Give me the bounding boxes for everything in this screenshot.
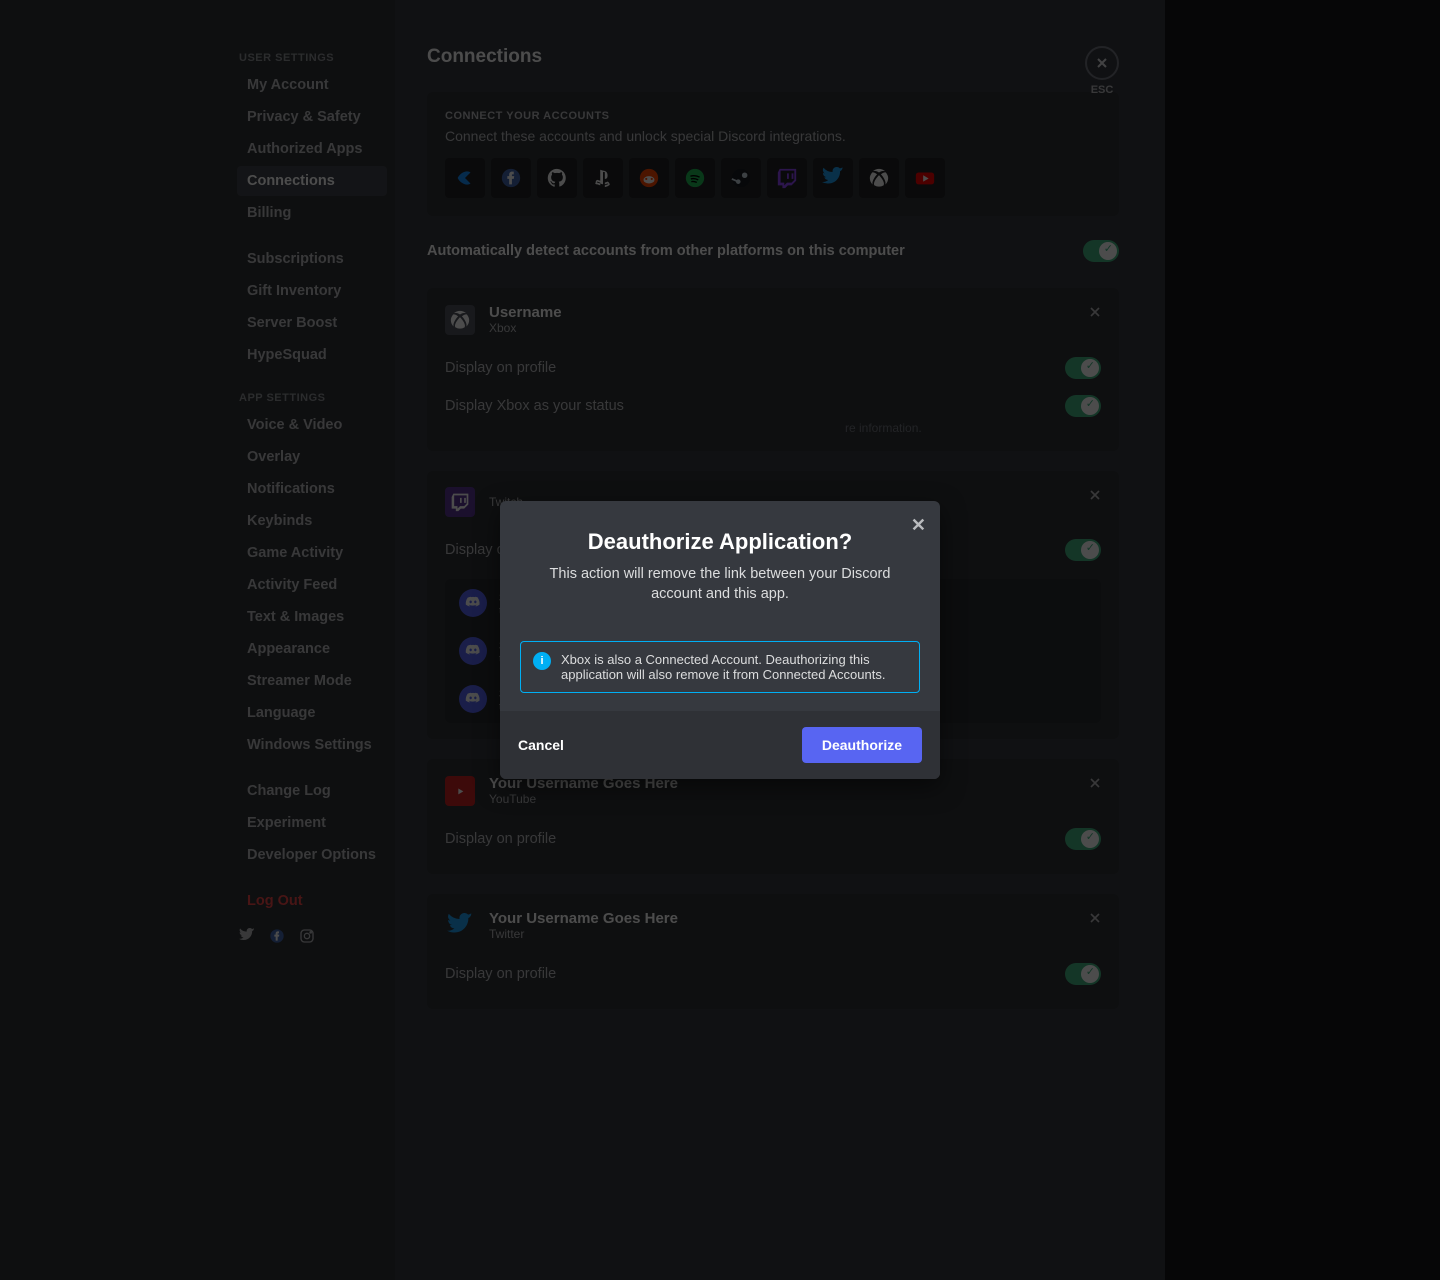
integration-twitter[interactable] [813, 158, 853, 198]
sidebar-item-gift-inventory[interactable]: Gift Inventory [237, 276, 387, 306]
sidebar-header-app: APP SETTINGS [237, 386, 387, 410]
sidebar-item-appearance[interactable]: Appearance [237, 634, 387, 664]
connection-card-xbox: Username Xbox Display on profile Display… [427, 288, 1119, 451]
integration-battlenet[interactable] [445, 158, 485, 198]
disconnect-xbox-button[interactable] [1087, 304, 1103, 325]
twitter-display-profile-toggle[interactable] [1065, 963, 1101, 985]
close-icon [1085, 46, 1119, 80]
xbox-display-profile-toggle[interactable] [1065, 357, 1101, 379]
integration-facebook[interactable] [491, 158, 531, 198]
xbox-platform-label: Xbox [489, 321, 562, 335]
settings-sidebar: USER SETTINGS My Account Privacy & Safet… [0, 0, 395, 1280]
youtube-display-profile-label: Display on profile [445, 831, 556, 847]
youtube-display-profile-toggle[interactable] [1065, 828, 1101, 850]
twitter-platform-label: Twitter [489, 927, 678, 941]
integration-spotify[interactable] [675, 158, 715, 198]
disconnect-youtube-button[interactable] [1087, 775, 1103, 796]
integration-row [445, 158, 1101, 198]
sidebar-item-language[interactable]: Language [237, 698, 387, 728]
xbox-hint: re information. [445, 421, 1101, 435]
disconnect-twitter-button[interactable] [1087, 910, 1103, 931]
facebook-icon[interactable] [269, 928, 285, 949]
integration-steam[interactable] [721, 158, 761, 198]
youtube-icon [445, 776, 475, 806]
xbox-username: Username [489, 304, 562, 321]
sidebar-item-billing[interactable]: Billing [237, 198, 387, 228]
sidebar-item-change-log[interactable]: Change Log [237, 776, 387, 806]
sidebar-social [237, 918, 387, 949]
instagram-icon[interactable] [299, 928, 315, 949]
youtube-platform-label: YouTube [489, 792, 678, 806]
modal-close-button[interactable]: ✕ [911, 515, 926, 536]
modal-info-text: Xbox is also a Connected Account. Deauth… [561, 652, 907, 682]
sidebar-item-connections[interactable]: Connections [237, 166, 387, 196]
auto-detect-label: Automatically detect accounts from other… [427, 243, 905, 259]
connect-accounts-panel: CONNECT YOUR ACCOUNTS Connect these acco… [427, 92, 1119, 216]
modal-title: Deauthorize Application? [520, 529, 920, 555]
auto-detect-toggle[interactable] [1083, 240, 1119, 262]
integration-xbox[interactable] [859, 158, 899, 198]
sidebar-item-keybinds[interactable]: Keybinds [237, 506, 387, 536]
twitter-display-profile-label: Display on profile [445, 966, 556, 982]
sidebar-header-user: USER SETTINGS [237, 46, 387, 70]
sidebar-item-voice-video[interactable]: Voice & Video [237, 410, 387, 440]
close-settings-button[interactable]: ESC [1085, 46, 1119, 96]
discord-icon [459, 685, 487, 713]
connection-card-twitter: Your Username Goes Here Twitter Display … [427, 894, 1119, 1009]
sidebar-item-developer-options[interactable]: Developer Options [237, 840, 387, 870]
sidebar-item-windows-settings[interactable]: Windows Settings [237, 730, 387, 760]
integration-youtube[interactable] [905, 158, 945, 198]
sidebar-item-text-images[interactable]: Text & Images [237, 602, 387, 632]
sidebar-item-authorized-apps[interactable]: Authorized Apps [237, 134, 387, 164]
sidebar-item-my-account[interactable]: My Account [237, 70, 387, 100]
sidebar-item-logout[interactable]: Log Out [237, 886, 387, 916]
deauthorize-modal: ✕ Deauthorize Application? This action w… [500, 501, 940, 778]
deauthorize-button[interactable]: Deauthorize [802, 727, 922, 763]
sidebar-item-hypesquad[interactable]: HypeSquad [237, 340, 387, 370]
xbox-icon [445, 305, 475, 335]
integration-github[interactable] [537, 158, 577, 198]
sidebar-item-server-boost[interactable]: Server Boost [237, 308, 387, 338]
discord-icon [459, 637, 487, 665]
sidebar-item-subscriptions[interactable]: Subscriptions [237, 244, 387, 274]
disconnect-twitch-button[interactable] [1087, 487, 1103, 508]
sidebar-item-privacy-safety[interactable]: Privacy & Safety [237, 102, 387, 132]
xbox-display-status-label: Display Xbox as your status [445, 398, 624, 414]
twitch-icon [445, 487, 475, 517]
close-label: ESC [1085, 84, 1119, 96]
sidebar-item-notifications[interactable]: Notifications [237, 474, 387, 504]
sidebar-item-game-activity[interactable]: Game Activity [237, 538, 387, 568]
sidebar-item-streamer-mode[interactable]: Streamer Mode [237, 666, 387, 696]
page-title: Connections [427, 46, 1119, 68]
modal-description: This action will remove the link between… [520, 565, 920, 604]
info-icon: i [533, 652, 551, 670]
sidebar-item-experiment[interactable]: Experiment [237, 808, 387, 838]
integration-twitch[interactable] [767, 158, 807, 198]
auto-detect-row: Automatically detect accounts from other… [427, 232, 1119, 270]
integration-playstation[interactable] [583, 158, 623, 198]
integration-reddit[interactable] [629, 158, 669, 198]
twitch-display-profile-toggle[interactable] [1065, 539, 1101, 561]
cancel-button[interactable]: Cancel [518, 737, 564, 753]
discord-icon [459, 589, 487, 617]
xbox-display-profile-label: Display on profile [445, 360, 556, 376]
connect-sub: Connect these accounts and unlock specia… [445, 128, 1101, 144]
sidebar-item-overlay[interactable]: Overlay [237, 442, 387, 472]
sidebar-item-activity-feed[interactable]: Activity Feed [237, 570, 387, 600]
twitter-icon [445, 911, 475, 941]
twitter-icon[interactable] [239, 928, 255, 949]
connect-header: CONNECT YOUR ACCOUNTS [445, 110, 1101, 122]
modal-info-box: i Xbox is also a Connected Account. Deau… [520, 641, 920, 693]
xbox-display-status-toggle[interactable] [1065, 395, 1101, 417]
twitter-username: Your Username Goes Here [489, 910, 678, 927]
